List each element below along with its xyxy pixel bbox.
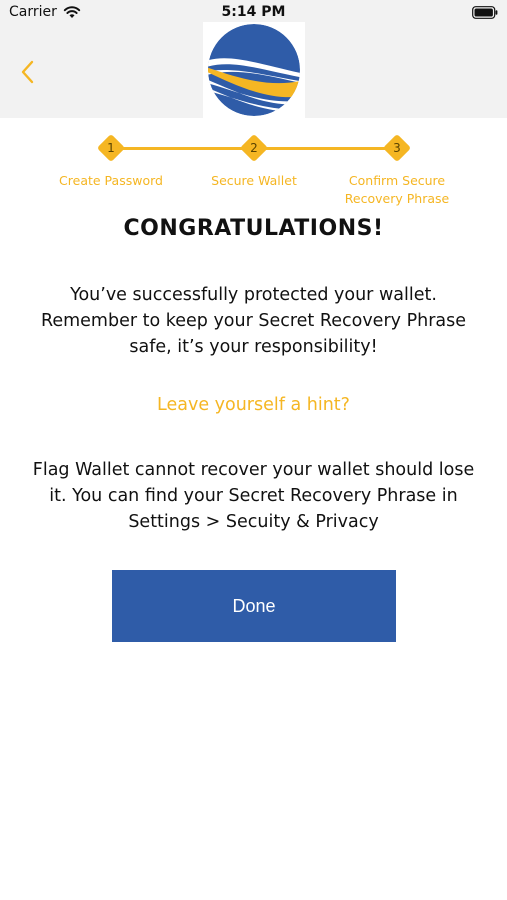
step-1-marker: 1 [96, 133, 126, 163]
step-2-number: 2 [250, 141, 258, 155]
flag-wallet-logo [203, 22, 305, 118]
step-3-number: 3 [393, 141, 401, 155]
back-chevron-icon[interactable] [18, 58, 38, 86]
header-bar: Carrier 5:14 PM [0, 0, 507, 118]
step-1-label: Create Password [59, 173, 163, 188]
progress-stepper: 1 2 3 Create Password Secure Wallet Conf… [0, 128, 507, 208]
leave-hint-link[interactable]: Leave yourself a hint? [0, 395, 507, 415]
success-message: You’ve successfully protected your walle… [40, 285, 467, 357]
step-2-label: Secure Wallet [211, 173, 297, 188]
stepper-connector [111, 147, 254, 150]
step-3-marker: 3 [382, 133, 412, 163]
stepper-connector [254, 147, 397, 150]
step-1-number: 1 [107, 141, 115, 155]
status-time: 5:14 PM [221, 4, 286, 20]
page-title: CONGRATULATIONS! [123, 216, 384, 241]
step-3-label: Confirm Secure Recovery Phrase [344, 173, 450, 206]
recovery-info-text: Flag Wallet cannot recover your wallet s… [32, 460, 475, 532]
done-button[interactable]: Done [112, 570, 396, 642]
step-2-marker: 2 [239, 133, 269, 163]
battery-icon [472, 6, 498, 19]
